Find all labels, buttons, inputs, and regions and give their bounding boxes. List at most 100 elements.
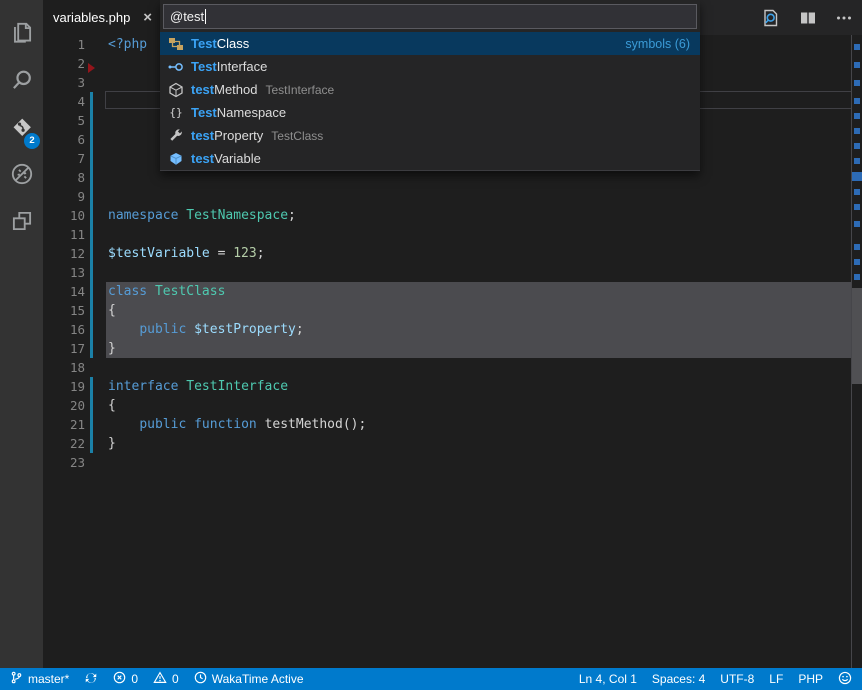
feedback-item[interactable]: [838, 671, 852, 688]
wakatime-item[interactable]: WakaTime Active: [194, 671, 304, 687]
line-number: 21: [43, 415, 85, 434]
ruler-match-mark: [854, 128, 860, 134]
quick-open-item-testvariable[interactable]: testVariable: [160, 147, 700, 170]
code-line[interactable]: 12$testVariable = 123;: [43, 244, 851, 263]
ruler-match-mark: [852, 172, 862, 181]
ruler-match-mark: [854, 113, 860, 119]
quick-open-item-testclass[interactable]: TestClass symbols (6): [160, 32, 700, 55]
code-line[interactable]: 18: [43, 358, 851, 377]
ruler-range-mark: [852, 288, 862, 384]
line-number: 4: [43, 92, 85, 111]
interface-symbol-icon: [168, 59, 184, 75]
tab-variables-php[interactable]: variables.php ×: [43, 0, 162, 35]
quick-open-input[interactable]: @test: [163, 4, 697, 29]
code-line[interactable]: 16 public $testProperty;: [43, 320, 851, 339]
text-caret: [205, 9, 206, 24]
line-number: 2: [43, 54, 85, 73]
line-number: 7: [43, 149, 85, 168]
symbol-label: TestClass: [191, 36, 249, 51]
indentation-label: Spaces: 4: [652, 672, 705, 686]
activity-source-control[interactable]: 2: [0, 106, 43, 153]
error-count: 0: [131, 672, 138, 686]
vscode-window: 2 variables.php ×: [0, 0, 862, 690]
eol-label: LF: [769, 672, 783, 686]
warning-icon: [153, 671, 167, 687]
quick-open-item-testproperty[interactable]: testProperty TestClass: [160, 124, 700, 147]
overview-ruler[interactable]: [851, 35, 862, 668]
line-number: 3: [43, 73, 85, 92]
line-number: 22: [43, 434, 85, 453]
find-in-file-icon[interactable]: [760, 7, 782, 29]
ruler-match-mark: [854, 221, 860, 227]
extensions-icon: [9, 208, 35, 239]
code-line[interactable]: 20{: [43, 396, 851, 415]
debug-icon: [9, 161, 35, 192]
quick-open-item-testinterface[interactable]: TestInterface: [160, 55, 700, 78]
method-symbol-icon: [168, 82, 184, 98]
tab-title: variables.php: [53, 10, 130, 25]
quick-open-item-testmethod[interactable]: testMethodTestInterface: [160, 78, 700, 101]
symbol-label: testProperty: [191, 128, 263, 143]
ruler-match-mark: [854, 274, 860, 280]
symbol-detail: TestClass: [271, 129, 323, 143]
quick-open-item-testnamespace[interactable]: {}TestNamespace: [160, 101, 700, 124]
ruler-match-mark: [854, 80, 860, 86]
split-editor-icon[interactable]: [798, 8, 818, 28]
activity-debug[interactable]: [0, 153, 43, 200]
code-line[interactable]: 23: [43, 453, 851, 472]
code-line[interactable]: 22}: [43, 434, 851, 453]
errors-item[interactable]: 0: [113, 671, 138, 687]
code-line[interactable]: 21 public function testMethod();: [43, 415, 851, 434]
status-left: master* 0 0: [10, 671, 304, 688]
warnings-item[interactable]: 0: [153, 671, 179, 687]
variable-symbol-icon: [168, 151, 184, 167]
search-icon: [9, 67, 35, 98]
quick-open-results: TestClasssymbols (6)TestInterfacetestMet…: [160, 32, 700, 171]
symbol-label: testVariable: [191, 151, 261, 166]
branch-label: master*: [28, 672, 69, 686]
eol-item[interactable]: LF: [769, 672, 783, 686]
sync-button[interactable]: [84, 671, 98, 688]
code-line[interactable]: 19interface TestInterface: [43, 377, 851, 396]
encoding-item[interactable]: UTF-8: [720, 672, 754, 686]
line-number: 14: [43, 282, 85, 301]
ruler-match-mark: [854, 44, 860, 50]
code-line[interactable]: 10namespace TestNamespace;: [43, 206, 851, 225]
line-number: 11: [43, 225, 85, 244]
code-line[interactable]: 15{: [43, 301, 851, 320]
group-label: symbols (6): [625, 37, 690, 51]
symbol-label: TestNamespace: [191, 105, 286, 120]
line-number: 17: [43, 339, 85, 358]
code-line[interactable]: 9: [43, 187, 851, 206]
close-icon[interactable]: ×: [143, 10, 152, 25]
editor-actions: [760, 0, 854, 35]
git-branch-item[interactable]: master*: [10, 671, 69, 687]
files-icon: [9, 20, 35, 51]
ruler-match-mark: [854, 143, 860, 149]
more-actions-icon[interactable]: [834, 8, 854, 28]
language-mode-label: PHP: [798, 672, 823, 686]
ruler-match-mark: [854, 158, 860, 164]
ruler-match-mark: [854, 98, 860, 104]
quick-open-query: @test: [170, 9, 204, 24]
symbol-label: testMethod: [191, 82, 258, 97]
activity-search[interactable]: [0, 59, 43, 106]
class-symbol-icon: [168, 36, 184, 52]
scm-badge: 2: [24, 133, 40, 149]
line-number: 18: [43, 358, 85, 377]
ruler-match-mark: [854, 244, 860, 250]
code-line[interactable]: 13: [43, 263, 851, 282]
error-icon: [113, 671, 126, 687]
status-right: Ln 4, Col 1 Spaces: 4 UTF-8 LF PHP: [579, 671, 852, 688]
line-number: 5: [43, 111, 85, 130]
language-mode-item[interactable]: PHP: [798, 672, 823, 686]
activity-explorer[interactable]: [0, 12, 43, 59]
cursor-position-item[interactable]: Ln 4, Col 1: [579, 672, 637, 686]
code-line[interactable]: 14class TestClass: [43, 282, 851, 301]
activity-extensions[interactable]: [0, 200, 43, 247]
code-line[interactable]: 17}: [43, 339, 851, 358]
indentation-item[interactable]: Spaces: 4: [652, 672, 705, 686]
encoding-label: UTF-8: [720, 672, 754, 686]
line-number: 13: [43, 263, 85, 282]
code-line[interactable]: 11: [43, 225, 851, 244]
